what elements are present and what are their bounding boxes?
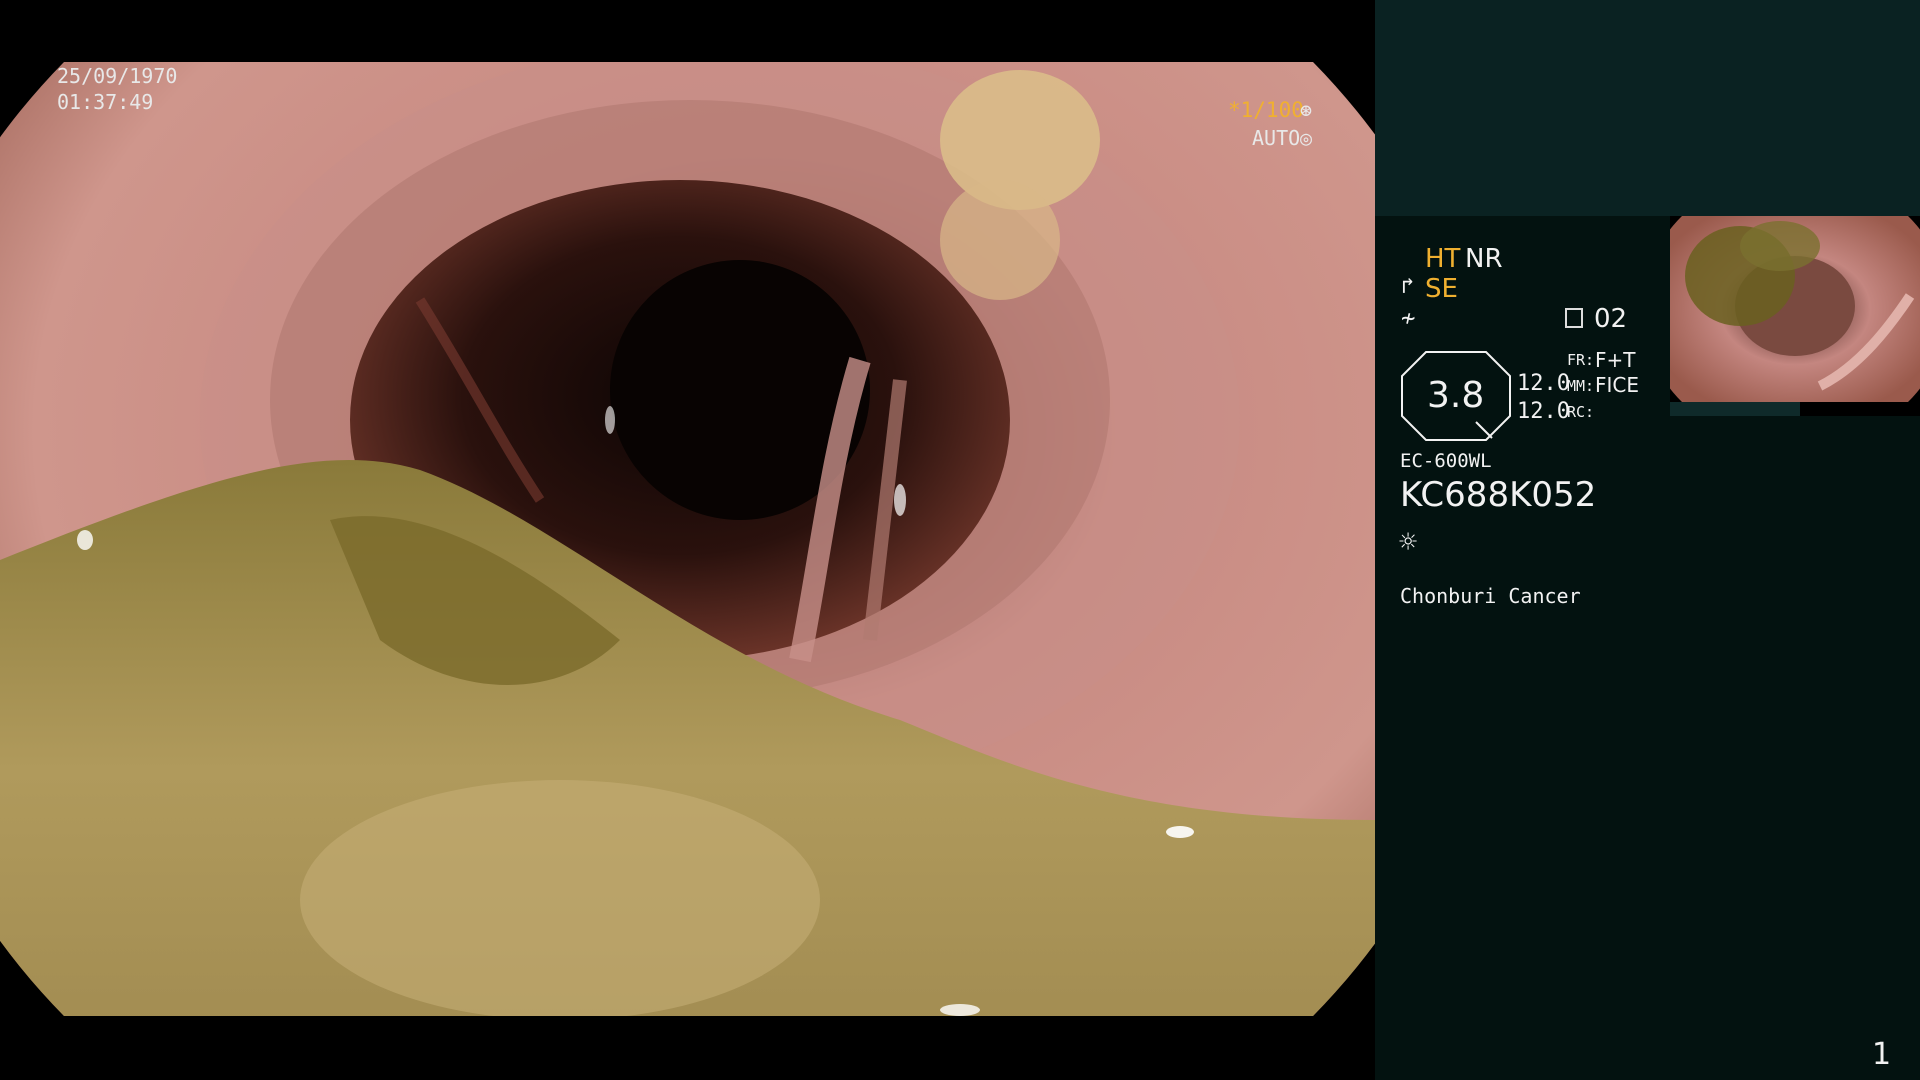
structure-enhance-indicator: SE (1425, 274, 1458, 304)
hypertonic-indicator: HT (1425, 244, 1461, 274)
waveform-icon: ≁ (1401, 304, 1416, 332)
scope-model: EC-600WL (1400, 450, 1492, 472)
shutter-speed: *1/100 (1228, 98, 1304, 122)
light-source-icon: ☼ (1399, 525, 1418, 560)
enhance-icon: ↱ (1401, 274, 1415, 299)
iris-icon: ◎ (1300, 126, 1313, 150)
scope-serial: KC688K052 (1400, 475, 1597, 515)
iris-mode: AUTO (1252, 126, 1301, 150)
exam-date: 25/09/1970 (57, 64, 178, 88)
endoscopic-image (0, 62, 1375, 1016)
setting-value-1: 12.0 (1517, 371, 1570, 396)
endoscopy-view-area: 25/09/1970 01:37:49 *1/100 ⊛ AUTO ◎ (0, 0, 1375, 1080)
thumbnail-image[interactable] (1670, 216, 1920, 416)
fr-value: F+T (1595, 348, 1636, 372)
rc-label: RC: (1567, 403, 1595, 421)
memory-count: 02 (1594, 304, 1628, 334)
page-number: 1 (1872, 1037, 1892, 1072)
mm-value: FICE (1595, 373, 1640, 397)
info-panel-header (1375, 0, 1920, 216)
shutter-icon: ⊛ (1300, 98, 1313, 122)
institution-name: Chonburi Cancer (1400, 584, 1581, 608)
setting-value-2: 12.0 (1517, 399, 1570, 424)
zoom-value: 3.8 (1427, 375, 1485, 416)
mm-label: MM: (1567, 377, 1595, 395)
fr-label: FR: (1567, 351, 1595, 369)
noise-reduction-indicator: NR (1465, 244, 1503, 274)
memory-icon (1565, 308, 1583, 328)
info-panel: HT NR ↱ SE ≁ 02 3.8 12.0 12.0 FR: F+T MM… (1375, 0, 1920, 1080)
exam-time: 01:37:49 (57, 90, 154, 114)
